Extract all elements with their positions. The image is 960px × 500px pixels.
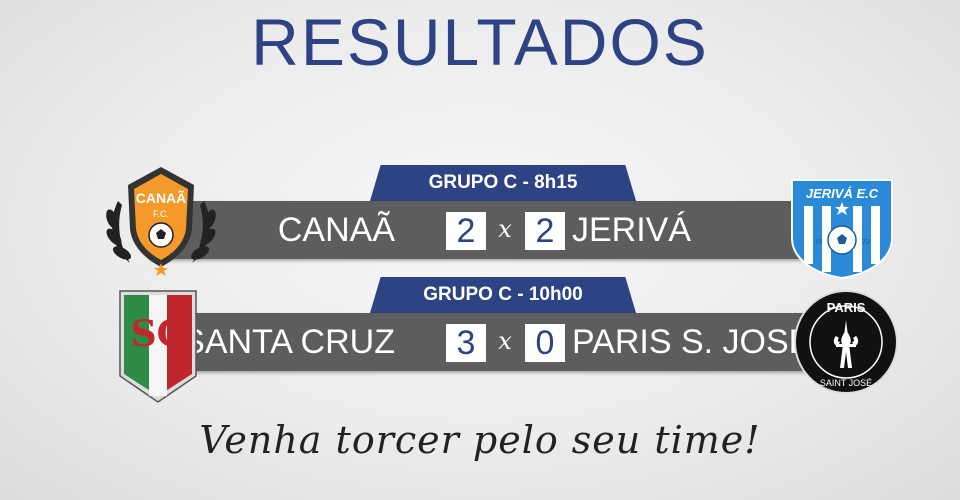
paris-saint-jose-crest-logo: PARIS SAINT JOSÉ bbox=[794, 290, 898, 394]
home-team-name: SANTA CRUZ bbox=[182, 323, 395, 361]
santacruz-crest-logo: SC bbox=[119, 290, 197, 403]
away-team-name: PARIS S. JOSÉ bbox=[572, 323, 812, 361]
slogan-text: Venha torcer pelo seu time! bbox=[199, 418, 761, 462]
jeriva-logo-text: JERIVÁ E.C bbox=[806, 186, 879, 201]
home-score: 3 bbox=[446, 324, 486, 362]
paris-logo-sub: SAINT JOSÉ bbox=[820, 378, 872, 388]
versus-separator: x bbox=[498, 327, 512, 355]
paris-logo-text: PARIS bbox=[827, 300, 866, 315]
away-score: 0 bbox=[525, 324, 565, 362]
jeriva-crest-logo: JERIVÁ E.C 19 72 bbox=[791, 179, 893, 280]
santacruz-logo-text: SC bbox=[131, 313, 186, 355]
page-title: RESULTADOS bbox=[251, 5, 709, 79]
versus-separator: x bbox=[498, 215, 512, 243]
jeriva-logo-year-left: 19 bbox=[814, 239, 822, 246]
canaa-crest-logo: CANAÃ F.C. bbox=[106, 167, 216, 276]
away-score: 2 bbox=[525, 212, 565, 250]
canaa-logo-sub: F.C. bbox=[153, 209, 169, 219]
canaa-logo-text: CANAÃ bbox=[136, 189, 187, 206]
group-tab: GRUPO C - 10h00 bbox=[370, 277, 636, 313]
home-score: 2 bbox=[446, 212, 486, 250]
away-team-name: JERIVÁ bbox=[572, 211, 692, 249]
jeriva-logo-year-right: 72 bbox=[862, 239, 870, 246]
group-tab: GRUPO C - 8h15 bbox=[370, 165, 636, 201]
home-team-name: CANAÃ bbox=[277, 211, 395, 249]
